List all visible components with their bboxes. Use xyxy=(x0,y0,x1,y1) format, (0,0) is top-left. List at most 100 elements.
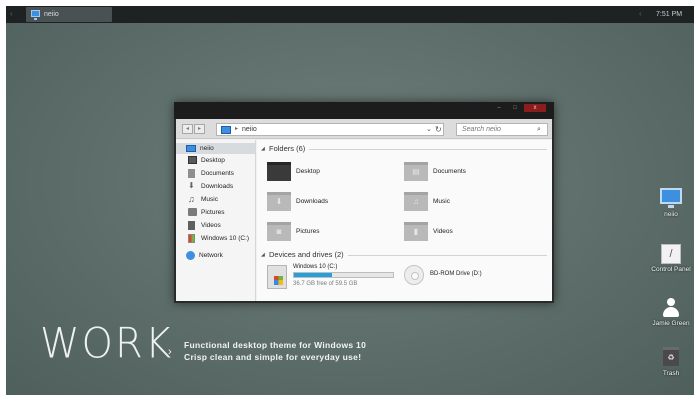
folder-glyph: ♫ xyxy=(413,197,419,206)
sidebar-item-label: Music xyxy=(201,196,218,203)
folders-section-header[interactable]: ◢ Folders (6) xyxy=(261,144,547,154)
explorer-window: – □ x ◂ ▸ ▸ neiio ⌄ ↻ Search neiio ⌕ nei… xyxy=(174,102,554,303)
optical-disc-icon xyxy=(404,265,424,285)
folder-label: Music xyxy=(433,198,450,205)
collapse-icon[interactable]: ◢ xyxy=(261,250,265,260)
monitor-stand xyxy=(668,205,674,208)
documents-folder-icon: ▤ xyxy=(404,162,428,181)
desktop: ‹ neiio ‹ 7:51 PM – □ x ◂ ▸ ▸ neiio ⌄ ↻ xyxy=(6,6,694,395)
desktop-icon-label: Control Panel xyxy=(651,266,691,273)
chevron-down-icon[interactable]: ⌄ xyxy=(426,124,432,135)
search-icon[interactable]: ⌕ xyxy=(537,124,541,135)
trash-icon: ♻ xyxy=(663,347,679,366)
desktop-icon-user[interactable]: Jamie Green xyxy=(641,298,694,330)
drive-label: BD-ROM Drive (D:) xyxy=(430,271,482,277)
back-button[interactable]: ◂ xyxy=(182,124,193,134)
drive-usage-fill xyxy=(294,273,332,277)
folder-label: Videos xyxy=(433,228,453,235)
music-icon: ♫ xyxy=(188,194,195,204)
desktop-folder-icon xyxy=(267,162,291,181)
address-bar[interactable]: ▸ neiio ⌄ ↻ xyxy=(216,123,444,136)
content-pane: ◢ Folders (6) Desktop ▤ Documents ⬇ Down… xyxy=(257,140,552,301)
taskbar-left-arrow-icon[interactable]: ‹ xyxy=(10,9,20,19)
downloads-folder-icon: ⬇ xyxy=(267,192,291,211)
sidebar-item-windows-drive[interactable]: Windows 10 (C:) xyxy=(188,233,256,244)
drive-bd-rom-d[interactable]: BD-ROM Drive (D:) xyxy=(404,263,544,291)
forward-button[interactable]: ▸ xyxy=(194,124,205,134)
videos-folder-icon: ▮ xyxy=(404,222,428,241)
computer-icon xyxy=(221,126,231,134)
sidebar-item-neiio[interactable]: neiio xyxy=(176,143,255,154)
desktop-icon-control-panel[interactable]: / Control Panel xyxy=(641,244,694,284)
desktop-icon-neiio[interactable]: neiio xyxy=(641,188,694,222)
folder-glyph: ◙ xyxy=(276,227,282,236)
minimize-button[interactable]: – xyxy=(492,104,506,112)
search-placeholder: Search neiio xyxy=(462,126,501,133)
drive-label: Windows 10 (C:) xyxy=(293,264,338,270)
taskbar-task-label: neiio xyxy=(44,11,59,18)
taskbar-task-neiio[interactable]: neiio xyxy=(26,7,112,22)
drive-windows-c[interactable]: Windows 10 (C:) 36.7 GB free of 59.5 GB xyxy=(267,263,407,291)
sidebar-item-label: Downloads xyxy=(201,183,234,190)
windows-logo-icon xyxy=(274,276,283,285)
control-panel-icon: / xyxy=(661,244,681,264)
music-folder-icon: ♫ xyxy=(404,192,428,211)
computer-icon xyxy=(660,188,682,204)
user-icon xyxy=(663,298,679,318)
folder-videos[interactable]: ▮ Videos xyxy=(404,222,534,244)
folder-documents[interactable]: ▤ Documents xyxy=(404,162,534,184)
sidebar-item-documents[interactable]: Documents xyxy=(188,168,256,179)
sidebar-item-label: Documents xyxy=(201,170,234,177)
refresh-icon[interactable]: ↻ xyxy=(435,124,442,135)
sidebar-item-label: Desktop xyxy=(201,157,225,164)
folder-label: Downloads xyxy=(296,198,329,205)
slogan-title: WORK xyxy=(40,319,174,369)
window-client: ◂ ▸ ▸ neiio ⌄ ↻ Search neiio ⌕ neiio Des… xyxy=(176,119,552,301)
folder-glyph: ▮ xyxy=(413,227,419,236)
taskbar: ‹ neiio ‹ 7:51 PM xyxy=(6,6,694,23)
folder-glyph: ▤ xyxy=(412,167,420,176)
sidebar-item-music[interactable]: ♫ Music xyxy=(188,194,256,205)
folder-downloads[interactable]: ⬇ Downloads xyxy=(267,192,397,214)
sidebar-item-pictures[interactable]: Pictures xyxy=(188,207,256,218)
sidebar-item-downloads[interactable]: ⬇ Downloads xyxy=(188,181,256,192)
taskbar-clock[interactable]: 7:51 PM xyxy=(656,9,682,20)
title-bar[interactable]: – □ x xyxy=(174,102,554,119)
sidebar-item-label: Windows 10 (C:) xyxy=(201,235,250,242)
breadcrumb[interactable]: neiio xyxy=(242,124,257,135)
hard-drive-icon xyxy=(267,265,287,289)
breadcrumb-separator-icon[interactable]: ▸ xyxy=(235,124,238,135)
folders-section-title: Folders (6) xyxy=(269,144,310,154)
sidebar-item-network[interactable]: Network xyxy=(186,250,254,261)
sidebar-item-label: Videos xyxy=(201,222,221,229)
drive-icon xyxy=(188,234,195,243)
drives-section-title: Devices and drives (2) xyxy=(269,250,348,260)
folder-music[interactable]: ♫ Music xyxy=(404,192,534,214)
collapse-icon[interactable]: ◢ xyxy=(261,144,265,154)
computer-icon xyxy=(186,145,196,152)
desktop-icon xyxy=(188,156,197,164)
sidebar-item-desktop[interactable]: Desktop xyxy=(188,155,256,166)
downloads-icon: ⬇ xyxy=(188,181,195,190)
taskbar-tray-arrow-icon[interactable]: ‹ xyxy=(639,9,642,19)
folder-desktop[interactable]: Desktop xyxy=(267,162,397,184)
tagline-line-1: Functional desktop theme for Windows 10 xyxy=(184,340,367,350)
drive-usage-bar xyxy=(293,272,394,278)
documents-icon xyxy=(188,169,195,178)
folder-glyph: ⬇ xyxy=(275,197,283,206)
folder-label: Documents xyxy=(433,168,466,175)
search-input[interactable]: Search neiio ⌕ xyxy=(456,123,548,136)
folder-pictures[interactable]: ◙ Pictures xyxy=(267,222,397,244)
network-icon xyxy=(186,251,195,260)
close-button[interactable]: x xyxy=(524,104,546,112)
pictures-folder-icon: ◙ xyxy=(267,222,291,241)
maximize-button[interactable]: □ xyxy=(508,104,522,112)
user-body xyxy=(663,307,679,317)
section-divider xyxy=(269,149,547,150)
sidebar-item-videos[interactable]: Videos xyxy=(188,220,256,231)
desktop-icon-label: Trash xyxy=(662,370,680,377)
drive-free-space: 36.7 GB free of 59.5 GB xyxy=(293,281,358,287)
drives-section-header[interactable]: ◢ Devices and drives (2) xyxy=(261,250,547,260)
desktop-icon-label: Jamie Green xyxy=(652,320,690,327)
desktop-icon-trash[interactable]: ♻ Trash xyxy=(641,346,694,380)
